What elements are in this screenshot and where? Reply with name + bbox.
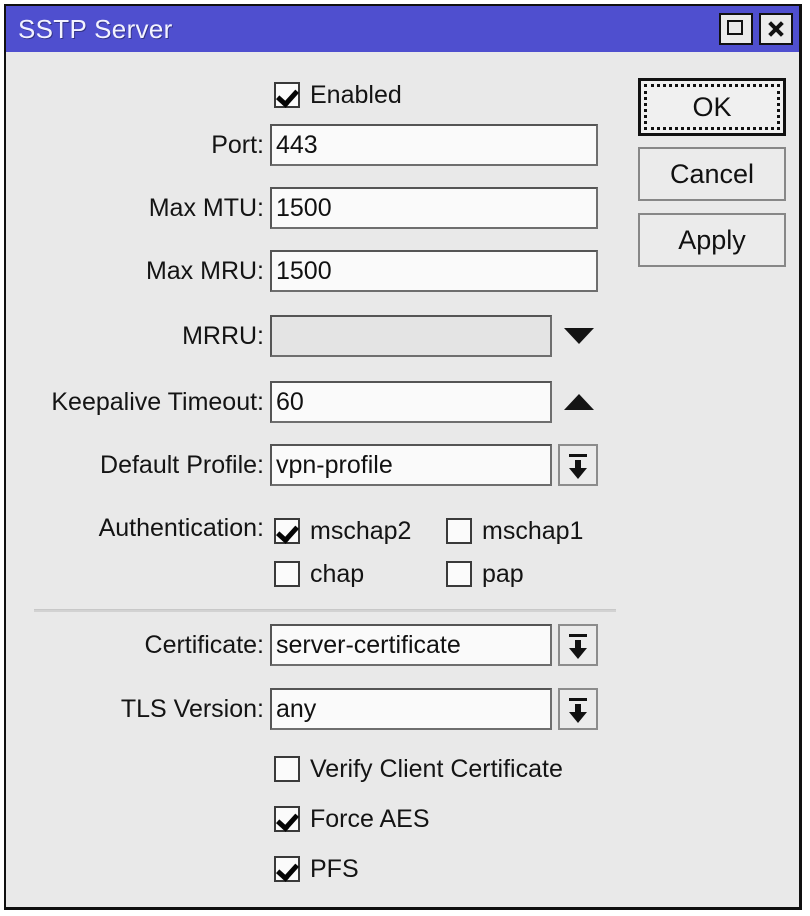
auth-mschap1-label: mschap1: [482, 516, 584, 545]
certificate-dropdown-button[interactable]: [558, 624, 598, 666]
dropdown-arrow-icon: [569, 454, 587, 457]
close-button[interactable]: [759, 13, 793, 45]
keepalive-timeout-input[interactable]: 60: [270, 381, 552, 423]
maximize-icon: [727, 20, 743, 35]
keepalive-timeout-label: Keepalive Timeout:: [51, 387, 264, 416]
enabled-label: Enabled: [310, 80, 402, 109]
max-mtu-label: Max MTU:: [148, 193, 264, 222]
pfs-label: PFS: [310, 854, 359, 883]
default-profile-label: Default Profile:: [100, 450, 264, 479]
auth-pap-row[interactable]: pap: [446, 561, 524, 587]
verify-client-certificate-row[interactable]: Verify Client Certificate: [274, 756, 563, 782]
verify-client-certificate-label: Verify Client Certificate: [310, 754, 563, 783]
triangle-up-icon[interactable]: [564, 394, 594, 410]
dropdown-arrow-icon: [569, 698, 587, 701]
certificate-row: Certificate: server-certificate: [6, 624, 626, 666]
maximize-button[interactable]: [719, 13, 753, 45]
default-profile-input[interactable]: vpn-profile: [270, 444, 552, 486]
dialog-body: Enabled Port: 443 Max MTU: 1500 Max MRU:…: [6, 52, 799, 907]
section-separator: [34, 609, 616, 612]
default-profile-dropdown-button[interactable]: [558, 444, 598, 486]
auth-chap-row[interactable]: chap: [274, 561, 364, 587]
keepalive-timeout-row: Keepalive Timeout: 60: [6, 381, 626, 423]
mrru-row: MRRU:: [6, 315, 626, 357]
dropdown-arrow-icon: [569, 634, 587, 637]
auth-chap-checkbox[interactable]: [274, 561, 300, 587]
enabled-checkbox[interactable]: [274, 82, 300, 108]
max-mtu-row: Max MTU: 1500: [6, 187, 626, 229]
enabled-checkbox-row[interactable]: Enabled: [274, 82, 402, 108]
title-bar: SSTP Server: [6, 6, 799, 54]
max-mtu-input[interactable]: 1500: [270, 187, 598, 229]
auth-chap-label: chap: [310, 559, 365, 588]
sstp-server-dialog: SSTP Server Enabled Port: 443 Max MTU: 1…: [4, 4, 802, 910]
triangle-down-icon[interactable]: [564, 328, 594, 344]
auth-mschap1-row[interactable]: mschap1: [446, 518, 583, 544]
port-input[interactable]: 443: [270, 124, 598, 166]
authentication-label: Authentication:: [98, 513, 264, 542]
cancel-button-label: Cancel: [669, 158, 755, 189]
apply-button-label: Apply: [678, 224, 746, 255]
tls-version-dropdown-button[interactable]: [558, 688, 598, 730]
auth-pap-label: pap: [482, 559, 524, 588]
verify-client-certificate-checkbox[interactable]: [274, 756, 300, 782]
cancel-button[interactable]: Cancel: [638, 147, 786, 201]
force-aes-label: Force AES: [310, 804, 430, 833]
port-row: Port: 443: [6, 124, 626, 166]
certificate-input[interactable]: server-certificate: [270, 624, 552, 666]
force-aes-row[interactable]: Force AES: [274, 806, 430, 832]
tls-version-label: TLS Version:: [120, 694, 264, 723]
apply-button[interactable]: Apply: [638, 213, 786, 267]
mrru-label: MRRU:: [182, 321, 264, 350]
tls-version-input[interactable]: any: [270, 688, 552, 730]
close-icon: [768, 21, 784, 37]
ok-button-label: OK: [692, 91, 732, 122]
pfs-checkbox[interactable]: [274, 856, 300, 882]
max-mru-input[interactable]: 1500: [270, 250, 598, 292]
ok-button[interactable]: OK: [638, 78, 786, 136]
auth-mschap2-row[interactable]: mschap2: [274, 518, 411, 544]
max-mru-label: Max MRU:: [145, 256, 264, 285]
auth-mschap2-label: mschap2: [310, 516, 412, 545]
auth-mschap2-checkbox[interactable]: [274, 518, 300, 544]
max-mru-row: Max MRU: 1500: [6, 250, 626, 292]
mrru-input[interactable]: [270, 315, 552, 357]
tls-version-row: TLS Version: any: [6, 688, 626, 730]
certificate-label: Certificate:: [144, 630, 264, 659]
pfs-row[interactable]: PFS: [274, 856, 359, 882]
force-aes-checkbox[interactable]: [274, 806, 300, 832]
auth-pap-checkbox[interactable]: [446, 561, 472, 587]
auth-mschap1-checkbox[interactable]: [446, 518, 472, 544]
port-label: Port:: [211, 130, 264, 159]
default-profile-row: Default Profile: vpn-profile: [6, 444, 626, 486]
window-title: SSTP Server: [18, 13, 173, 44]
